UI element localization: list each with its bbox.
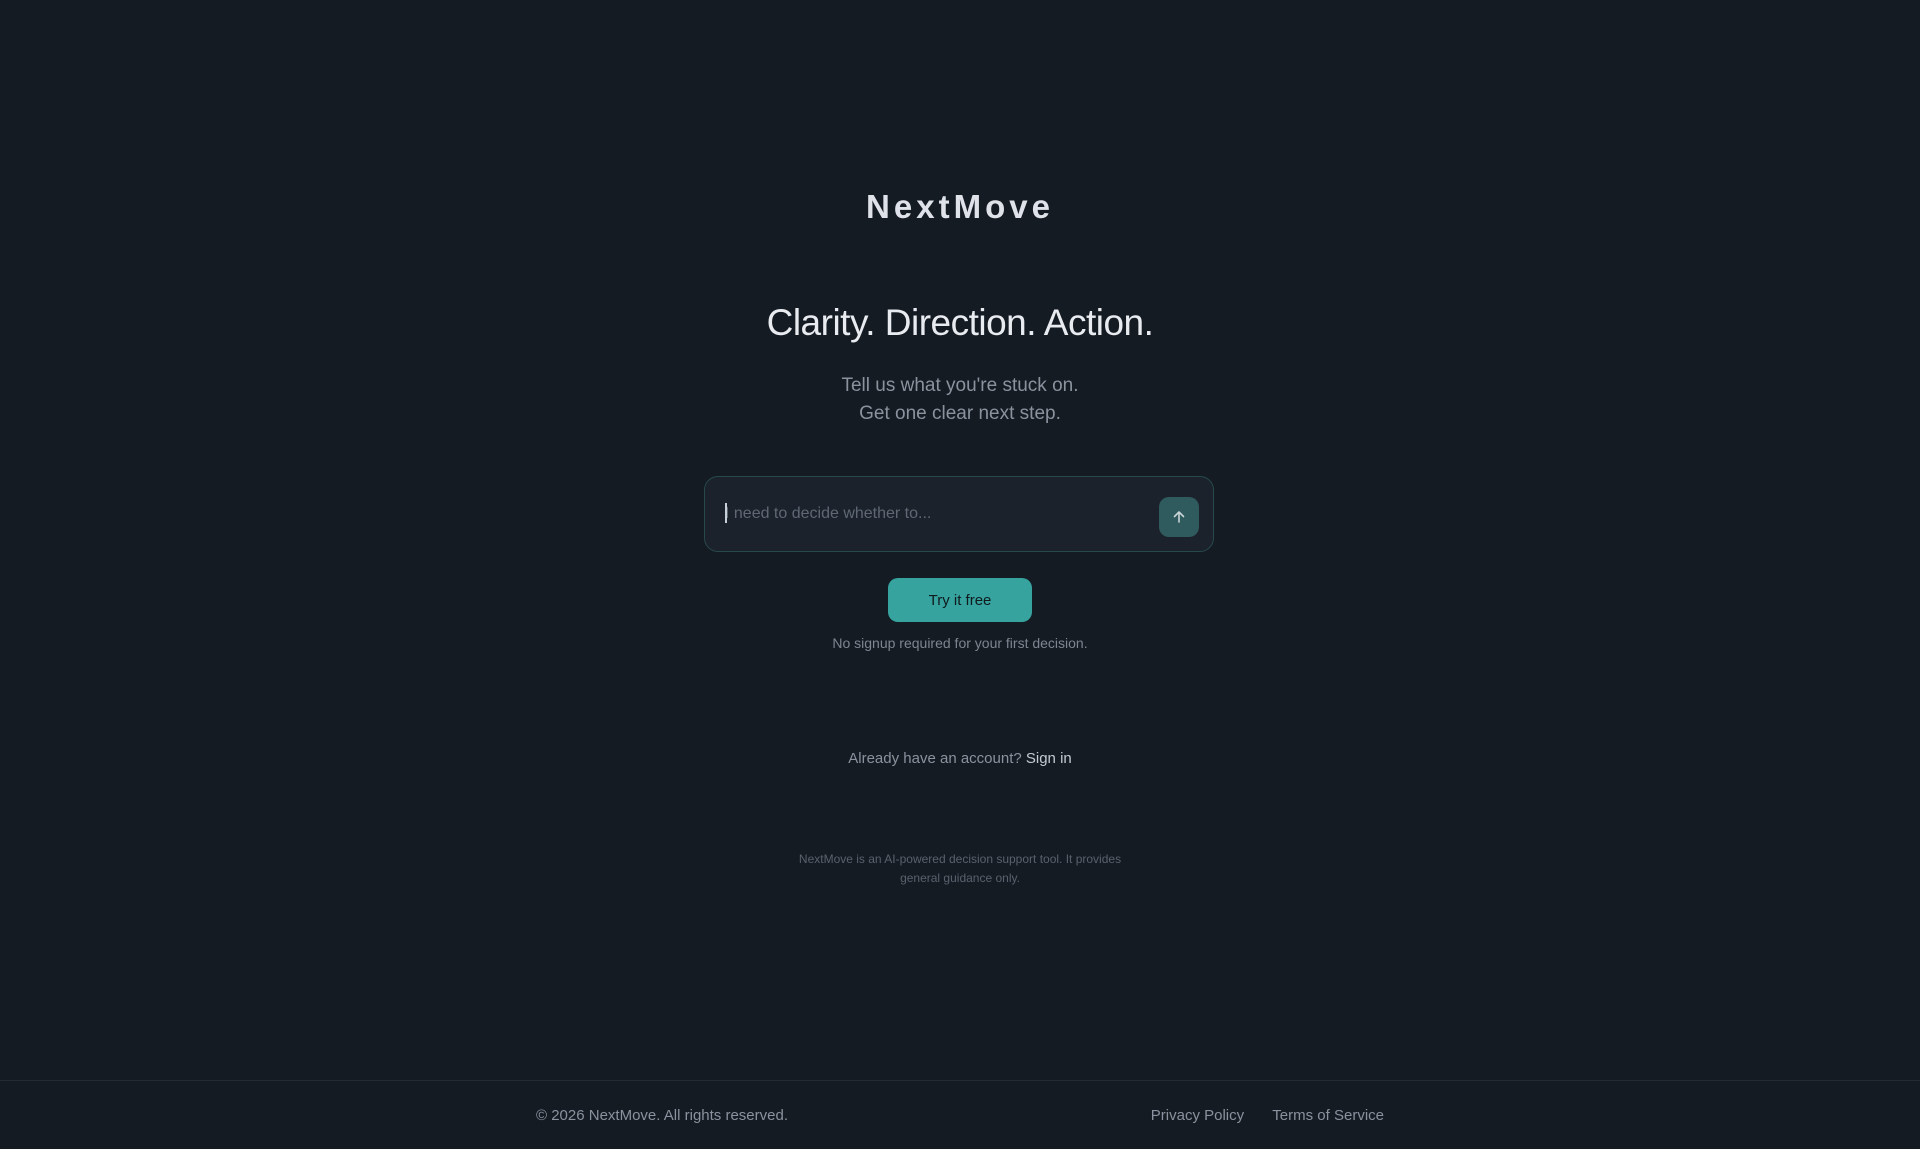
no-signup-note: No signup required for your first decisi… [832, 635, 1088, 651]
site-footer: © 2026 NextMove. All rights reserved. Pr… [0, 1080, 1920, 1149]
brand-logo[interactable]: NextMove [0, 188, 1920, 226]
landing-page: NextMove Clarity. Direction. Action. Tel… [0, 0, 1920, 1149]
arrow-up-icon [1173, 511, 1185, 523]
disclaimer-line-2: general guidance only. [900, 871, 1020, 885]
account-question: Already have an account? [848, 750, 1022, 767]
send-button[interactable] [1159, 497, 1199, 537]
page-headline: Clarity. Direction. Action. [766, 302, 1154, 343]
terms-of-service-link[interactable]: Terms of Service [1272, 1107, 1384, 1124]
sign-in-link[interactable]: Sign in [1026, 750, 1072, 767]
disclaimer-line-1: NextMove is an AI-powered decision suppo… [798, 852, 1122, 866]
text-caret [725, 503, 727, 523]
subheadline-line-1: Tell us what you're stuck on. [841, 375, 1079, 396]
decision-input[interactable] [725, 499, 1125, 529]
try-it-free-button[interactable]: Try it free [888, 578, 1032, 622]
privacy-policy-link[interactable]: Privacy Policy [1151, 1107, 1244, 1124]
decision-prompt-box [704, 476, 1214, 552]
copyright-text: © 2026 NextMove. All rights reserved. [536, 1107, 788, 1124]
hero-section: NextMove Clarity. Direction. Action. Tel… [0, 0, 1920, 1080]
signin-prompt: Already have an account? Sign in [0, 750, 1920, 767]
footer-links: Privacy Policy Terms of Service [1127, 1107, 1384, 1124]
subheadline-line-2: Get one clear next step. [859, 403, 1061, 424]
